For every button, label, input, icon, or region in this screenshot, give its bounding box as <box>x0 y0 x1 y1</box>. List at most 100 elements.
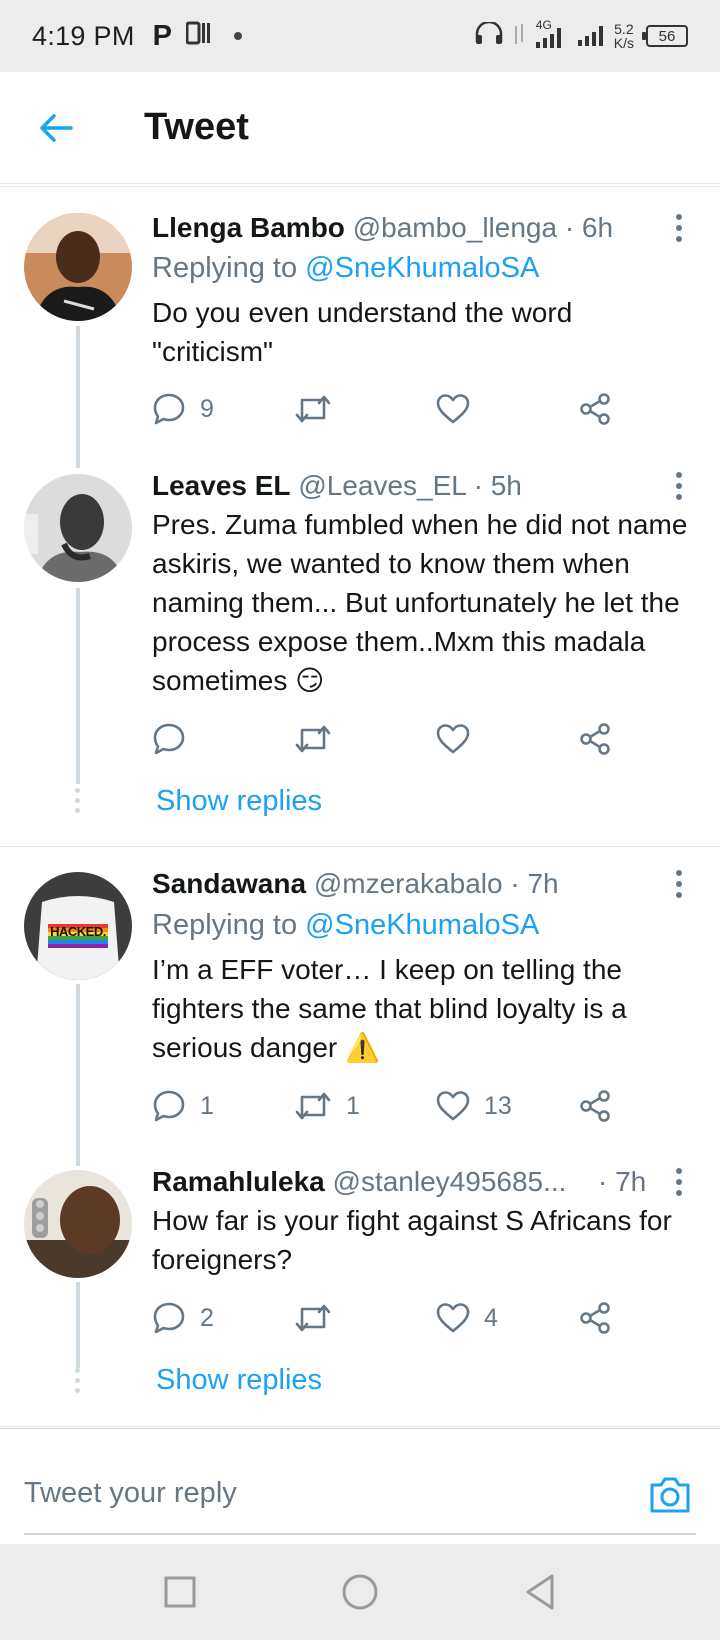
square-icon <box>164 1576 196 1608</box>
share-button[interactable] <box>578 1298 612 1338</box>
signal-4g-icon: 4G <box>534 18 568 50</box>
tweet-header: Leaves EL @Leaves_EL · 5h <box>152 470 522 502</box>
heart-icon <box>436 1091 470 1121</box>
author-handle: @stanley495685... <box>332 1166 567 1197</box>
reply-input[interactable]: Tweet your reply <box>24 1477 237 1510</box>
author-handle: @Leaves_EL · 5h <box>298 470 522 501</box>
conversation-divider <box>0 1426 720 1427</box>
headset-icon <box>474 20 504 51</box>
tweet-text: I’m a EFF voter… I keep on telling the f… <box>152 954 627 1063</box>
more-options-icon[interactable] <box>676 870 684 903</box>
like-count: 13 <box>484 1091 512 1120</box>
avatar[interactable] <box>24 213 132 321</box>
back-nav-button[interactable] <box>520 1572 560 1612</box>
share-button[interactable] <box>578 719 612 759</box>
author-handle: @mzerakabalo · 7h <box>313 868 559 899</box>
mention-link[interactable]: @SneKhumaloSA <box>305 252 539 284</box>
reply-button[interactable]: 9 <box>152 389 214 429</box>
avatar-shirt-text: HACKED. <box>50 924 106 939</box>
reply-button[interactable]: 1 <box>152 1086 214 1126</box>
tweet-header: Ramahluleka @stanley495685... <box>152 1166 566 1198</box>
show-replies-link[interactable]: Show replies <box>156 785 322 818</box>
signal-icon <box>576 20 606 53</box>
tweet-header: Llenga Bambo @bambo_llenga · 6h <box>152 212 613 244</box>
avatar[interactable]: HACKED. <box>24 872 132 980</box>
page-title: Tweet <box>144 106 249 148</box>
retweet-button[interactable] <box>294 389 346 429</box>
heart-icon <box>436 1303 470 1333</box>
system-nav-bar <box>0 1544 720 1640</box>
share-button[interactable] <box>578 1086 612 1126</box>
heart-icon <box>436 394 470 424</box>
more-options-icon[interactable] <box>676 472 684 505</box>
battery-icon: 56 <box>642 25 688 47</box>
share-icon <box>580 1302 610 1334</box>
thread-dots <box>75 1368 81 1398</box>
share-button[interactable] <box>578 389 612 429</box>
retweet-button[interactable]: 1 <box>294 1086 360 1126</box>
avatar[interactable] <box>24 474 132 582</box>
replying-prefix: Replying to <box>152 252 306 284</box>
reply-icon <box>153 393 185 425</box>
recents-button[interactable] <box>160 1572 200 1612</box>
replying-prefix: Replying to <box>152 909 306 941</box>
retweet-icon <box>295 1092 331 1120</box>
thread-line <box>76 1282 80 1368</box>
parking-notification-icon: P <box>152 19 172 52</box>
like-button[interactable]: 4 <box>436 1298 498 1338</box>
conversation-divider <box>0 846 720 847</box>
status-time: 4:19 PM <box>32 20 135 51</box>
reply-icon <box>153 1302 185 1334</box>
reply-composer-bar: Tweet your reply <box>0 1428 720 1540</box>
replying-to: Replying to @SneKhumaloSA <box>152 252 539 285</box>
retweet-button[interactable] <box>294 1298 346 1338</box>
reply-button[interactable] <box>152 719 200 759</box>
author-handle: @bambo_llenga · 6h <box>352 212 614 243</box>
header-divider <box>0 186 720 187</box>
like-count: 4 <box>484 1303 498 1332</box>
home-button[interactable] <box>340 1572 380 1612</box>
triangle-back-icon <box>526 1574 554 1610</box>
tweet-text: Pres. Zuma fumbled when he did not name … <box>152 509 688 696</box>
author-name[interactable]: Llenga Bambo <box>152 212 345 243</box>
reply-button[interactable]: 2 <box>152 1298 214 1338</box>
thread-line <box>76 326 80 468</box>
net-speed-unit: K/s <box>613 35 634 51</box>
retweet-button[interactable] <box>294 719 346 759</box>
camera-button[interactable] <box>648 1475 696 1523</box>
more-options-icon[interactable] <box>676 1168 684 1201</box>
tweet-text: Do you even understand the word "critici… <box>152 297 573 367</box>
tweet-actions: 9 <box>152 389 672 429</box>
reply-input-underline <box>24 1533 696 1535</box>
retweet-icon <box>295 725 331 753</box>
author-name[interactable]: Ramahluleka <box>152 1166 325 1197</box>
like-button[interactable]: 13 <box>436 1086 512 1126</box>
sim-notification-icon <box>185 21 212 52</box>
tweet-header: Sandawana @mzerakabalo · 7h <box>152 868 559 900</box>
net-speed: 5.2 K/s <box>614 22 634 50</box>
retweet-icon <box>295 1304 331 1332</box>
share-icon <box>580 393 610 425</box>
like-button[interactable] <box>436 389 484 429</box>
share-icon <box>580 1090 610 1122</box>
tweet-actions <box>152 719 672 759</box>
heart-icon <box>436 724 470 754</box>
avatar[interactable] <box>24 1170 132 1278</box>
back-button[interactable] <box>28 100 84 156</box>
reply-count: 1 <box>200 1091 214 1120</box>
reply-icon <box>153 1090 185 1122</box>
retweet-icon <box>295 395 331 423</box>
tweet-actions: 1 1 13 <box>152 1086 672 1126</box>
reply-count: 9 <box>200 394 214 423</box>
more-options-icon[interactable] <box>676 214 684 247</box>
status-bar: 4:19 PM P 4G 5.2 K/s 56 <box>0 0 720 72</box>
show-replies-link[interactable]: Show replies <box>156 1364 322 1397</box>
top-app-bar: Tweet <box>0 72 720 184</box>
replying-to: Replying to @SneKhumaloSA <box>152 909 539 942</box>
author-name[interactable]: Leaves EL <box>152 470 291 501</box>
notification-dot-icon <box>234 32 242 40</box>
like-button[interactable] <box>436 719 484 759</box>
battery-level: 56 <box>658 27 676 45</box>
author-name[interactable]: Sandawana <box>152 868 306 899</box>
mention-link[interactable]: @SneKhumaloSA <box>305 909 539 941</box>
